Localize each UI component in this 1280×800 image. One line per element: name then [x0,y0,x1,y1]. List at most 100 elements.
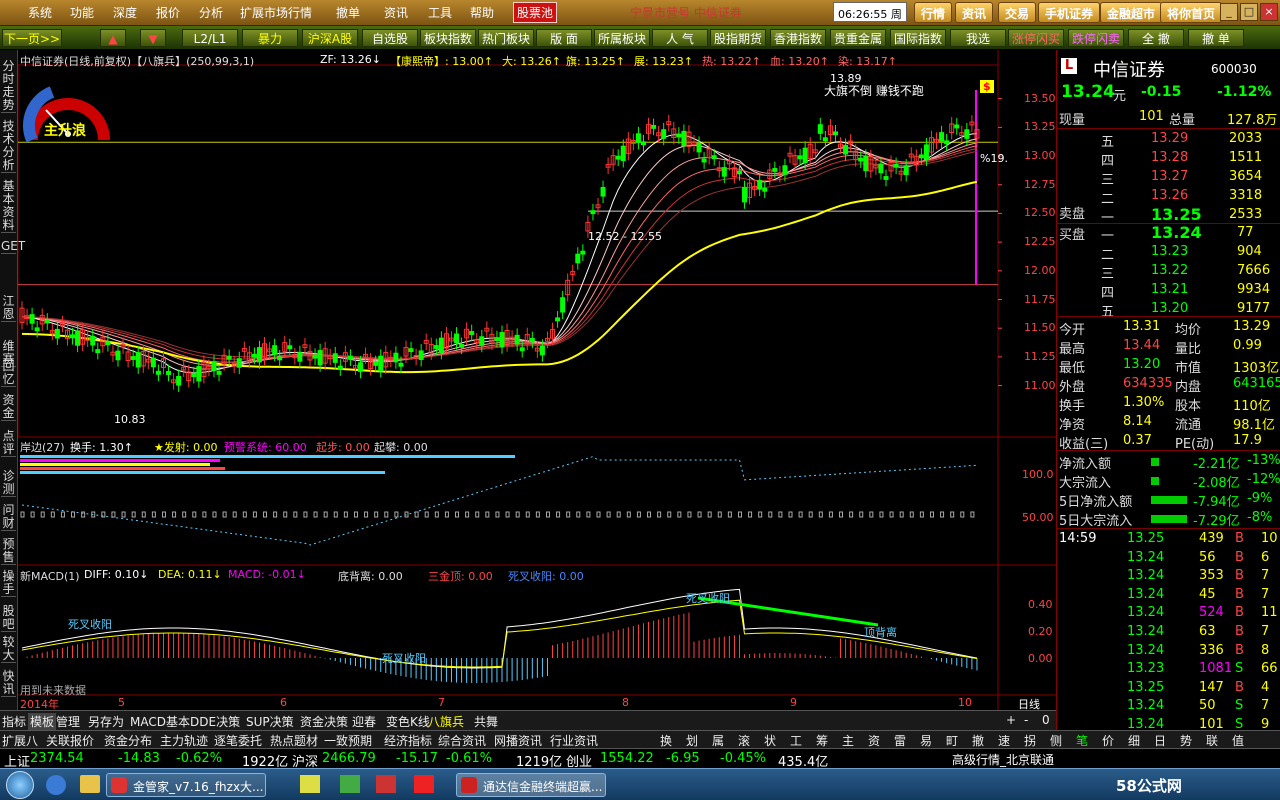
popularity-button[interactable]: 人 气 [652,29,708,47]
indicator-tab-0[interactable]: 指标 [2,713,26,730]
ext-tab-0[interactable]: 扩展八 [2,732,38,749]
down-arrow-icon[interactable]: ▼ [140,29,166,47]
hot-sector-button[interactable]: 热门板块 [478,29,534,47]
zoom-tab-1[interactable]: - [1024,713,1028,727]
ext-tab-6[interactable]: 一致预期 [324,732,372,749]
my-pick-button[interactable]: 我选 [950,29,1006,47]
l2-l1-button[interactable]: L2/L1 [182,29,238,47]
menu-quote[interactable]: 报价 [156,4,180,21]
top-button-mobile[interactable]: 手机证券 [1038,2,1101,23]
menu-function[interactable]: 功能 [70,4,94,21]
side-tab-21[interactable]: 联 [1206,732,1218,749]
indicator-tab-7[interactable]: 资金决策 [300,713,348,730]
ext-tab-2[interactable]: 资金分布 [104,732,152,749]
left-tab-3[interactable]: GET [1,240,25,254]
minimize-icon[interactable]: _ [1220,3,1238,21]
own-sector-button[interactable]: 所属板块 [594,29,650,47]
side-tab-22[interactable]: 值 [1232,732,1244,749]
indicator-tab-10[interactable]: 八旗兵 [428,713,464,730]
left-tab-1[interactable]: 技术分析 [1,120,16,173]
task-tdx[interactable]: 通达信金融终端超赢... [456,773,606,797]
side-tab-12[interactable]: 撤 [972,732,984,749]
top-button-trade[interactable]: 交易 [998,2,1037,23]
limit-down-flash-sell-button[interactable]: 跌停闪卖 [1068,29,1124,47]
side-tab-17[interactable]: 价 [1102,732,1114,749]
side-tab-6[interactable]: 筹 [816,732,828,749]
top-button-home[interactable]: 将你首页 [1160,2,1223,23]
menu-depth[interactable]: 深度 [113,4,137,21]
left-tab-11[interactable]: 预售 [1,538,16,565]
side-tab-5[interactable]: 工 [790,732,802,749]
left-tab-10[interactable]: 问财 [1,504,16,531]
top-button-quote[interactable]: 行情 [914,2,953,23]
zoom-tab-0[interactable]: + [1006,713,1016,727]
left-tab-9[interactable]: 诊测 [1,470,16,497]
menu-system[interactable]: 系统 [28,4,52,21]
indicator-tab-4[interactable]: MACD基本 [130,713,190,730]
intl-index-button[interactable]: 国际指数 [890,29,946,47]
side-tab-3[interactable]: 滚 [738,732,750,749]
watchlist-button[interactable]: 自选股 [362,29,418,47]
side-tab-1[interactable]: 划 [686,732,698,749]
ext-tab-1[interactable]: 关联报价 [46,732,94,749]
cancel-order-button[interactable]: 撤 单 [1188,29,1244,47]
app-icon-4[interactable] [414,775,434,793]
ext-tab-9[interactable]: 网播资讯 [494,732,542,749]
ext-tab-4[interactable]: 逐笔委托 [214,732,262,749]
side-tab-13[interactable]: 速 [998,732,1010,749]
side-tab-20[interactable]: 势 [1180,732,1192,749]
menu-tools[interactable]: 工具 [428,4,452,21]
indicator-tab-6[interactable]: SUP决策 [246,713,294,730]
side-tab-14[interactable]: 拐 [1024,732,1036,749]
hk-index-button[interactable]: 香港指数 [770,29,826,47]
ext-tab-7[interactable]: 经济指标 [384,732,432,749]
indicator-tab-9[interactable]: 变色K线 [386,713,430,730]
left-tab-0[interactable]: 分时走势 [1,60,16,113]
ext-tab-3[interactable]: 主力轨迹 [160,732,208,749]
indicator-tab-11[interactable]: 共舞 [474,713,498,730]
up-arrow-icon[interactable]: ▲ [100,29,126,47]
ext-tab-10[interactable]: 行业资讯 [550,732,598,749]
left-tab-6[interactable]: 回忆 [1,360,16,387]
layout-button[interactable]: 版 面 [536,29,592,47]
left-tab-7[interactable]: 资金 [1,394,16,421]
next-page-button[interactable]: 下一页>> [2,29,62,47]
cancel-all-button[interactable]: 全 撤 [1128,29,1184,47]
maximize-icon[interactable]: □ [1240,3,1258,21]
ext-tab-8[interactable]: 综合资讯 [438,732,486,749]
precious-metals-button[interactable]: 贵重金属 [830,29,886,47]
folder-icon[interactable] [80,775,100,793]
start-button-icon[interactable] [6,771,34,799]
menu-cancel-order[interactable]: 撤单 [336,4,360,21]
side-tab-0[interactable]: 换 [660,732,672,749]
menu-help[interactable]: 帮助 [470,4,494,21]
left-tab-4[interactable]: 江恩 [1,295,16,322]
left-tab-2[interactable]: 基本资料 [1,180,16,233]
side-tab-7[interactable]: 主 [842,732,854,749]
indicator-tab-3[interactable]: 另存为 [88,713,124,730]
side-tab-9[interactable]: 雷 [894,732,906,749]
left-tab-15[interactable]: 快讯 [1,670,16,697]
side-tab-2[interactable]: 属 [712,732,724,749]
top-button-finance-market[interactable]: 金融超市 [1100,2,1163,23]
indicator-tab-8[interactable]: 迎春 [352,713,376,730]
side-tab-15[interactable]: 侧 [1050,732,1062,749]
side-tab-16[interactable]: 笔 [1076,732,1088,749]
ext-tab-5[interactable]: 热点题材 [270,732,318,749]
limit-up-flash-buy-button[interactable]: 涨停闪买 [1008,29,1064,47]
menu-analysis[interactable]: 分析 [199,4,223,21]
top-button-news[interactable]: 资讯 [955,2,994,23]
left-tab-13[interactable]: 股吧 [1,605,16,632]
task-jinguanjia[interactable]: 金管家_v7.16_fhzx大... [106,773,266,797]
side-tab-10[interactable]: 易 [920,732,932,749]
indicator-tab-2[interactable]: 管理 [56,713,80,730]
app-icon-3[interactable] [376,775,396,793]
indicator-tab-1[interactable]: 模板 [28,713,57,730]
violence-button[interactable]: 暴力 [242,29,298,47]
close-icon[interactable]: × [1260,3,1278,21]
left-tab-14[interactable]: 较大 [1,636,16,663]
side-tab-8[interactable]: 资 [868,732,880,749]
side-tab-18[interactable]: 细 [1128,732,1140,749]
ie-icon[interactable] [46,775,66,795]
side-tab-19[interactable]: 日 [1154,732,1166,749]
